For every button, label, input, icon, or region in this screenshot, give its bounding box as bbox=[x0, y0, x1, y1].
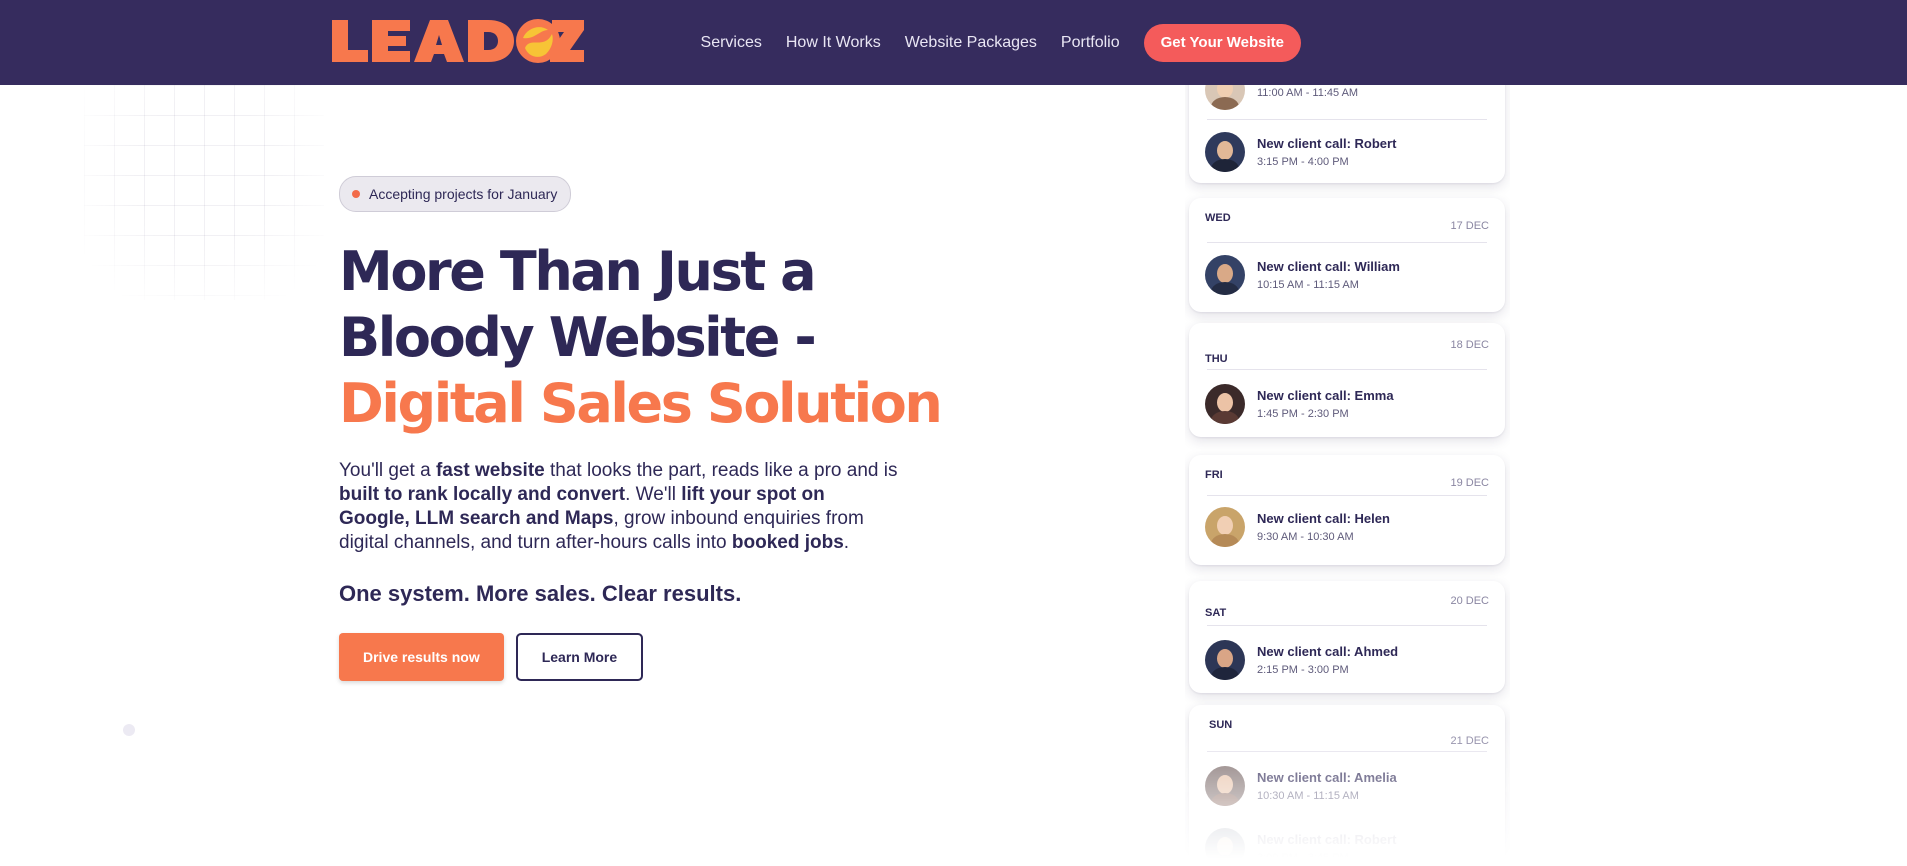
divider bbox=[1207, 242, 1487, 243]
appointment-time: 9:30 AM - 10:30 AM bbox=[1257, 531, 1354, 543]
nav-links: Services How It Works Website Packages P… bbox=[677, 0, 1301, 85]
hero-headline: More Than Just a Bloody Website - Digita… bbox=[339, 239, 959, 437]
availability-badge: Accepting projects for January bbox=[339, 176, 572, 212]
appointment-text: New client call: Emma 1:45 PM - 2:30 PM bbox=[1257, 388, 1394, 420]
appointment-time: 3:15 PM - 4:00 PM bbox=[1257, 156, 1349, 168]
avatar bbox=[1205, 640, 1245, 680]
leadoz-logo[interactable] bbox=[330, 18, 585, 64]
appointment-time: 11:00 AM - 11:45 AM bbox=[1257, 86, 1359, 99]
hero-actions: Drive results now Learn More bbox=[339, 633, 959, 681]
logo-wordmark-icon bbox=[332, 19, 584, 63]
headline-line-1: More Than Just a bbox=[339, 240, 817, 303]
appointment-item: New client call: Robert 3:00 PM - 3:45 P… bbox=[1205, 823, 1489, 866]
booking-calendar: 11:00 AM - 11:45 AM New client call: Rob… bbox=[1185, 85, 1510, 866]
appointment-text: New client call: Amelia 10:30 AM - 11:15… bbox=[1257, 770, 1397, 802]
appointment-title: New client call: William bbox=[1257, 259, 1400, 274]
avatar bbox=[1205, 255, 1245, 295]
appointment-time: 3:00 PM - 3:45 PM bbox=[1257, 852, 1349, 864]
learn-more-button[interactable]: Learn More bbox=[515, 633, 644, 681]
divider bbox=[1207, 119, 1487, 120]
appointment-title: New client call: Amelia bbox=[1257, 770, 1397, 785]
hero-section: Accepting projects for January More Than… bbox=[339, 176, 959, 681]
avatar bbox=[1205, 85, 1245, 110]
avatar bbox=[1205, 132, 1245, 172]
background-grid bbox=[84, 85, 324, 300]
drive-results-button[interactable]: Drive results now bbox=[339, 633, 504, 681]
lead-bold-1: fast website bbox=[435, 460, 545, 481]
lead-text-1: You'll get a bbox=[339, 460, 436, 481]
appointment-text: New client call: Ahmed 2:15 PM - 3:00 PM bbox=[1257, 644, 1398, 676]
divider bbox=[1207, 495, 1487, 496]
appointment-item: New client call: Robert 3:15 PM - 4:00 P… bbox=[1205, 127, 1489, 177]
lead-bold-2: built to rank locally and convert bbox=[339, 484, 626, 505]
nav-link-services[interactable]: Services bbox=[701, 34, 762, 52]
appointment-title: New client call: Emma bbox=[1257, 388, 1394, 403]
card-date: 19 DEC bbox=[1450, 477, 1489, 489]
avatar bbox=[1205, 384, 1245, 424]
nav-link-portfolio[interactable]: Portfolio bbox=[1061, 34, 1120, 52]
lead-bold-4: booked jobs bbox=[731, 532, 844, 553]
calendar-card-sun: SUN 21 DEC New client call: Amelia 10:30… bbox=[1189, 705, 1505, 866]
appointment-text: New client call: Robert 3:00 PM - 3:45 P… bbox=[1257, 832, 1396, 864]
appointment-title: New client call: Robert bbox=[1257, 136, 1397, 151]
status-dot-icon bbox=[352, 190, 360, 198]
card-day: SAT bbox=[1205, 607, 1227, 619]
badge-label: Accepting projects for January bbox=[369, 186, 558, 202]
appointment-time: 10:30 AM - 11:15 AM bbox=[1257, 790, 1359, 802]
hero-tagline: One system. More sales. Clear results. bbox=[339, 581, 742, 606]
lead-text-2: that looks the part, reads like a pro an… bbox=[544, 460, 898, 481]
appointment-item: New client call: William 10:15 AM - 11:1… bbox=[1205, 250, 1489, 300]
headline-accent: Digital Sales Solution bbox=[339, 372, 943, 435]
calendar-card-thu: THU 18 DEC New client call: Emma 1:45 PM… bbox=[1189, 323, 1505, 437]
appointment-text: 11:00 AM - 11:45 AM bbox=[1257, 85, 1358, 99]
divider bbox=[1207, 751, 1487, 752]
avatar bbox=[1205, 828, 1245, 866]
appointment-item: New client call: Amelia 10:30 AM - 11:15… bbox=[1205, 761, 1489, 811]
appointment-title: New client call: Robert bbox=[1257, 832, 1397, 847]
card-date: 18 DEC bbox=[1450, 339, 1489, 351]
card-day: SUN bbox=[1209, 719, 1233, 731]
avatar bbox=[1205, 507, 1245, 547]
calendar-card-fri: FRI 19 DEC New client call: Helen 9:30 A… bbox=[1189, 455, 1505, 565]
appointment-time: 1:45 PM - 2:30 PM bbox=[1257, 408, 1349, 420]
nav-link-how-it-works[interactable]: How It Works bbox=[786, 34, 881, 52]
hero-description: You'll get a fast website that looks the… bbox=[339, 459, 899, 555]
divider bbox=[1207, 625, 1487, 626]
appointment-item: New client call: Emma 1:45 PM - 2:30 PM bbox=[1205, 379, 1489, 429]
appointment-time: 10:15 AM - 11:15 AM bbox=[1257, 279, 1359, 291]
appointment-title: New client call: Ahmed bbox=[1257, 644, 1399, 659]
appointment-title: New client call: Helen bbox=[1257, 511, 1390, 526]
card-date: 17 DEC bbox=[1450, 220, 1489, 232]
decorative-dot bbox=[123, 724, 135, 736]
appointment-time: 2:15 PM - 3:00 PM bbox=[1257, 664, 1349, 676]
appointment-item: New client call: Helen 9:30 AM - 10:30 A… bbox=[1205, 502, 1489, 552]
appointment-item: New client call: Ahmed 2:15 PM - 3:00 PM bbox=[1205, 635, 1489, 685]
appointment-text: New client call: Robert 3:15 PM - 4:00 P… bbox=[1257, 136, 1396, 168]
calendar-card-sat: SAT 20 DEC New client call: Ahmed 2:15 P… bbox=[1189, 581, 1505, 693]
card-day: WED bbox=[1205, 212, 1231, 224]
divider bbox=[1207, 369, 1487, 370]
calendar-card-wed: WED 17 DEC New client call: William 10:1… bbox=[1189, 198, 1505, 312]
appointment-text: New client call: William 10:15 AM - 11:1… bbox=[1257, 259, 1400, 291]
top-navigation: Services How It Works Website Packages P… bbox=[0, 0, 1907, 85]
lead-text-3: . We'll bbox=[625, 484, 682, 505]
appointment-text: New client call: Helen 9:30 AM - 10:30 A… bbox=[1257, 511, 1390, 543]
nav-link-website-packages[interactable]: Website Packages bbox=[905, 34, 1037, 52]
appointment-item: 11:00 AM - 11:45 AM bbox=[1205, 85, 1489, 115]
calendar-card-tue: 11:00 AM - 11:45 AM New client call: Rob… bbox=[1189, 85, 1505, 183]
avatar bbox=[1205, 766, 1245, 806]
card-day: FRI bbox=[1205, 469, 1223, 481]
get-your-website-button[interactable]: Get Your Website bbox=[1143, 23, 1301, 62]
lead-text-5: . bbox=[843, 532, 850, 553]
card-date: 20 DEC bbox=[1450, 595, 1489, 607]
headline-line-2: Bloody Website - bbox=[339, 306, 817, 369]
card-date: 21 DEC bbox=[1450, 735, 1489, 747]
card-day: THU bbox=[1205, 353, 1228, 365]
